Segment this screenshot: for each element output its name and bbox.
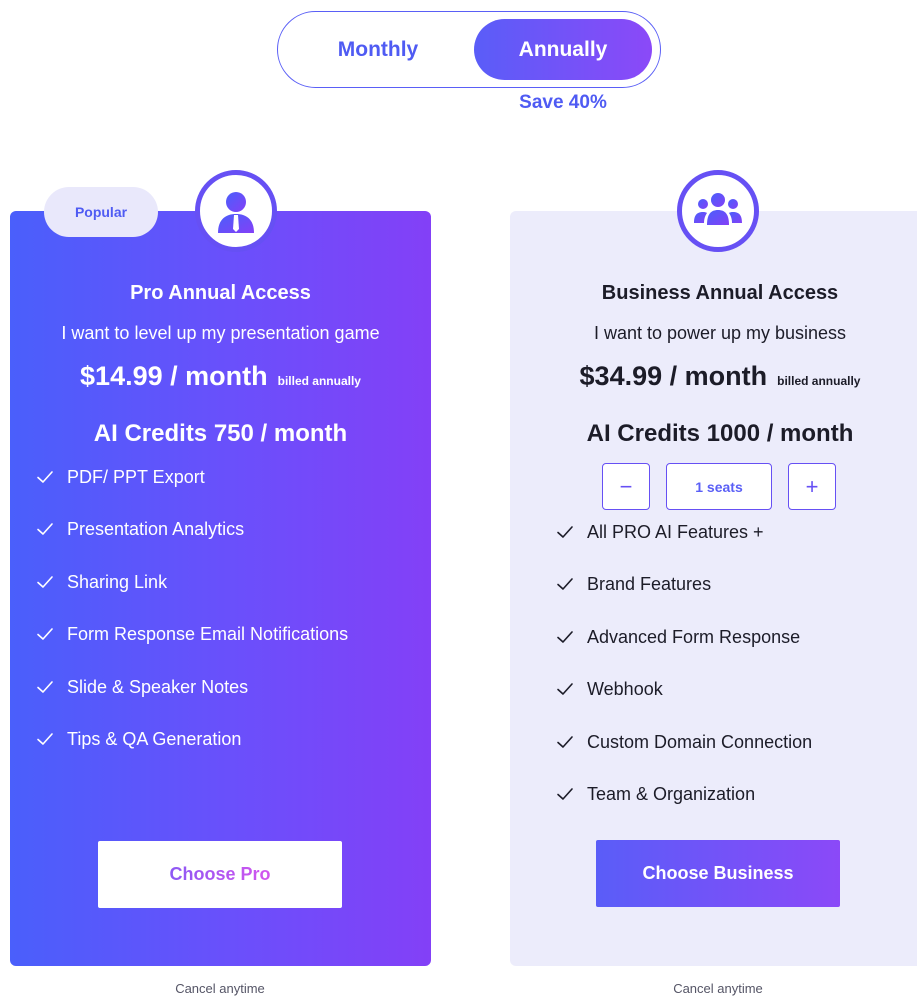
business-plan-card: Business Annual Access I want to power u… bbox=[510, 211, 917, 966]
user-icon bbox=[195, 170, 277, 252]
billing-toggle: Monthly Annually bbox=[277, 11, 661, 88]
feature-item: Tips & QA Generation bbox=[36, 729, 348, 781]
business-plan-title: Business Annual Access bbox=[601, 282, 839, 304]
feature-item: Presentation Analytics bbox=[36, 519, 348, 571]
check-icon bbox=[556, 785, 577, 807]
choose-business-button[interactable]: Choose Business bbox=[596, 840, 840, 907]
pro-ai-credits: AI Credits 750 / month bbox=[93, 420, 348, 447]
popular-badge: Popular bbox=[44, 187, 158, 237]
choose-pro-button[interactable]: Choose Pro bbox=[98, 841, 342, 908]
feature-item: Custom Domain Connection bbox=[556, 732, 812, 784]
feature-item: All PRO AI Features + bbox=[556, 522, 812, 574]
check-icon bbox=[36, 520, 57, 542]
pro-feature-list: PDF/ PPT Export Presentation Analytics Sha… bbox=[36, 467, 348, 781]
feature-item: Brand Features bbox=[556, 574, 812, 626]
pro-cancel-note: Cancel anytime bbox=[175, 981, 265, 996]
feature-label: Custom Domain Connection bbox=[587, 731, 813, 752]
feature-label: Brand Features bbox=[587, 574, 712, 595]
check-icon bbox=[556, 523, 577, 545]
feature-item: Webhook bbox=[556, 679, 812, 731]
business-cancel-note: Cancel anytime bbox=[673, 981, 763, 996]
feature-label: Tips & QA Generation bbox=[67, 728, 242, 749]
business-feature-list: All PRO AI Features + Brand Features Advan… bbox=[556, 522, 812, 836]
pro-plan-card: Pro Annual Access I want to level up my … bbox=[10, 211, 431, 966]
check-icon bbox=[556, 575, 577, 597]
check-icon bbox=[36, 468, 57, 490]
feature-label: Webhook bbox=[587, 679, 663, 700]
feature-label: Team & Organization bbox=[587, 783, 756, 804]
pro-price: $14.99 / month bbox=[80, 361, 268, 391]
increment-seats-button[interactable]: + bbox=[788, 463, 836, 510]
check-icon bbox=[36, 730, 57, 752]
feature-label: All PRO AI Features + bbox=[587, 522, 764, 542]
decrement-seats-button[interactable]: − bbox=[602, 463, 650, 510]
feature-item: Advanced Form Response bbox=[556, 627, 812, 679]
pro-plan-subtitle: I want to level up my presentation game bbox=[61, 323, 380, 343]
feature-item: Form Response Email Notifications bbox=[36, 624, 348, 676]
check-icon bbox=[36, 625, 57, 647]
pro-price-row: $14.99 / month billed annually bbox=[10, 361, 431, 392]
feature-label: PDF/ PPT Export bbox=[67, 467, 205, 487]
feature-item: Slide & Speaker Notes bbox=[36, 677, 348, 729]
business-price: $34.99 / month bbox=[579, 361, 768, 391]
seat-stepper: − 1 seats + bbox=[602, 463, 836, 510]
business-plan-subtitle: I want to power up my business bbox=[593, 323, 847, 343]
feature-label: Advanced Form Response bbox=[587, 626, 801, 647]
check-icon bbox=[556, 733, 577, 755]
save-badge: Save 40% bbox=[519, 92, 607, 113]
feature-label: Presentation Analytics bbox=[67, 519, 245, 540]
business-billing-note: billed annually bbox=[777, 374, 861, 388]
feature-item: Sharing Link bbox=[36, 572, 348, 624]
feature-item: Team & Organization bbox=[556, 784, 812, 836]
business-ai-credits: AI Credits 1000 / month bbox=[586, 420, 854, 447]
check-icon bbox=[556, 628, 577, 650]
feature-label: Form Response Email Notifications bbox=[67, 624, 349, 645]
feature-label: Slide & Speaker Notes bbox=[67, 676, 249, 697]
toggle-annually[interactable]: Annually bbox=[474, 19, 652, 80]
pro-billing-note: billed annually bbox=[277, 374, 361, 388]
pro-plan-title: Pro Annual Access bbox=[130, 282, 311, 304]
check-icon bbox=[36, 573, 57, 595]
business-price-row: $34.99 / month billed annually bbox=[510, 361, 917, 392]
feature-label: Sharing Link bbox=[67, 571, 168, 592]
check-icon bbox=[36, 678, 57, 700]
toggle-monthly[interactable]: Monthly bbox=[284, 19, 472, 80]
seats-field[interactable]: 1 seats bbox=[666, 463, 772, 510]
feature-item: PDF/ PPT Export bbox=[36, 467, 348, 519]
check-icon bbox=[556, 680, 577, 702]
team-icon bbox=[677, 170, 759, 252]
